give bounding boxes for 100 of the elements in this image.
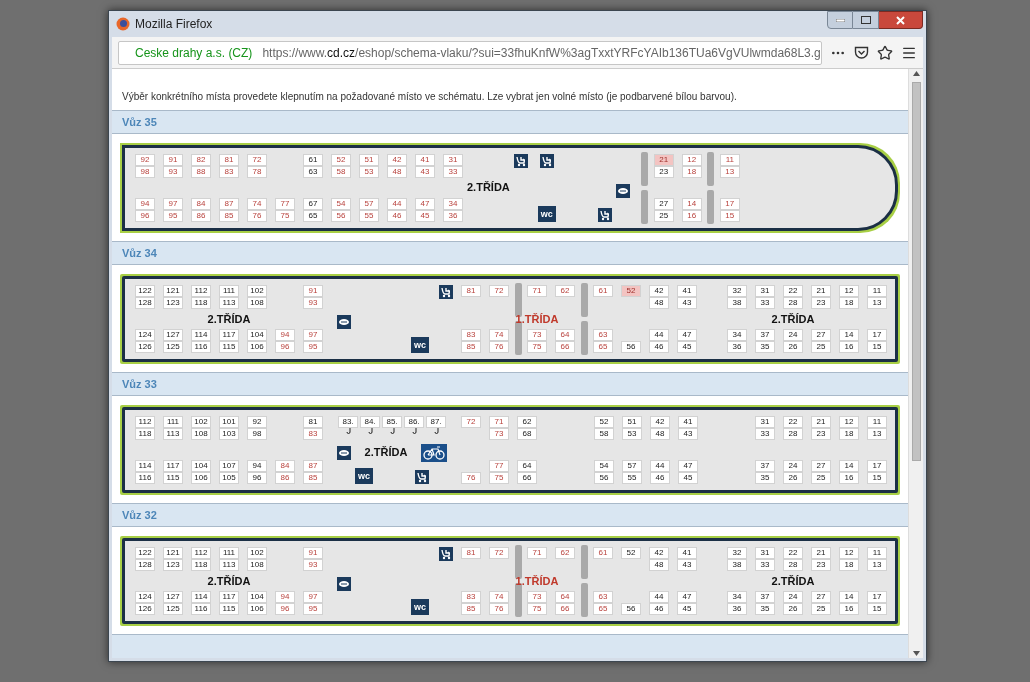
- seat[interactable]: 51: [622, 415, 642, 428]
- seat[interactable]: 77: [489, 459, 509, 472]
- seat[interactable]: 91: [303, 546, 323, 559]
- maximize-button[interactable]: [853, 11, 879, 29]
- seat[interactable]: 41: [678, 415, 698, 428]
- seat[interactable]: 63: [593, 328, 613, 341]
- seat[interactable]: 104: [247, 590, 267, 603]
- seat[interactable]: 73: [527, 590, 547, 603]
- seat[interactable]: 64: [555, 590, 575, 603]
- seat[interactable]: 114: [191, 328, 211, 341]
- seat[interactable]: 52: [621, 284, 641, 297]
- scroll-up-icon[interactable]: [912, 71, 920, 76]
- seat[interactable]: 12: [839, 415, 859, 428]
- seat[interactable]: 87: [303, 459, 323, 472]
- seat[interactable]: 44: [650, 459, 670, 472]
- seat[interactable]: 32: [727, 284, 747, 297]
- seat[interactable]: 52: [621, 546, 641, 559]
- seat[interactable]: 27: [811, 590, 831, 603]
- seat[interactable]: 37: [755, 328, 775, 341]
- seat[interactable]: 14: [681, 197, 702, 210]
- seat[interactable]: 77: [275, 197, 295, 210]
- seat[interactable]: 72: [461, 415, 481, 428]
- seat[interactable]: 104: [247, 328, 267, 341]
- seat[interactable]: 122: [135, 284, 155, 297]
- seat[interactable]: 91: [163, 153, 183, 166]
- seat[interactable]: 17: [867, 328, 887, 341]
- seat[interactable]: 92: [135, 153, 155, 166]
- seat[interactable]: 117: [219, 328, 239, 341]
- seat[interactable]: 24: [783, 590, 803, 603]
- seat[interactable]: 21: [653, 153, 674, 166]
- seat[interactable]: 102: [247, 546, 267, 559]
- bike-spot[interactable]: 87.: [426, 415, 446, 428]
- seat[interactable]: 31: [443, 153, 463, 166]
- seat[interactable]: 97: [303, 590, 323, 603]
- seat[interactable]: 52: [594, 415, 614, 428]
- seat[interactable]: 56: [621, 602, 641, 615]
- seat[interactable]: 31: [755, 415, 775, 428]
- seat[interactable]: 114: [191, 590, 211, 603]
- seat[interactable]: 32: [727, 546, 747, 559]
- bookmark-star-icon[interactable]: [877, 44, 893, 61]
- seat[interactable]: 117: [163, 459, 183, 472]
- scroll-down-icon[interactable]: [912, 651, 920, 656]
- seat[interactable]: 14: [839, 459, 859, 472]
- seat[interactable]: 54: [331, 197, 351, 210]
- seat[interactable]: 72: [489, 284, 509, 297]
- seat[interactable]: 42: [649, 546, 669, 559]
- seat[interactable]: 124: [135, 328, 155, 341]
- seat[interactable]: 67: [303, 197, 323, 210]
- bike-spot[interactable]: 85.: [382, 415, 402, 428]
- seat[interactable]: 84: [275, 459, 295, 472]
- seat[interactable]: 82: [191, 153, 211, 166]
- seat[interactable]: 76: [461, 471, 481, 484]
- seat[interactable]: 31: [755, 546, 775, 559]
- seat[interactable]: 112: [191, 546, 211, 559]
- seat[interactable]: 44: [649, 590, 669, 603]
- seat[interactable]: 127: [163, 328, 183, 341]
- seat[interactable]: 74: [489, 328, 509, 341]
- seat[interactable]: 24: [783, 328, 803, 341]
- seat[interactable]: 24: [783, 459, 803, 472]
- seat[interactable]: 72: [247, 153, 267, 166]
- seat[interactable]: 94: [247, 459, 267, 472]
- seat[interactable]: 101: [219, 415, 239, 428]
- seat[interactable]: 21: [811, 284, 831, 297]
- seat[interactable]: 22: [783, 546, 803, 559]
- seat[interactable]: 27: [653, 197, 674, 210]
- seat[interactable]: 74: [247, 197, 267, 210]
- seat[interactable]: 102: [191, 415, 211, 428]
- seat[interactable]: 11: [867, 284, 887, 297]
- pocket-icon[interactable]: [854, 45, 869, 60]
- seat[interactable]: 81: [219, 153, 239, 166]
- seat[interactable]: 63: [593, 590, 613, 603]
- seat[interactable]: 121: [163, 284, 183, 297]
- seat[interactable]: 41: [677, 546, 697, 559]
- seat[interactable]: 31: [755, 284, 775, 297]
- scroll-thumb[interactable]: [911, 82, 921, 461]
- seat[interactable]: 62: [555, 284, 575, 297]
- seat[interactable]: 81: [461, 284, 481, 297]
- seat[interactable]: 17: [867, 590, 887, 603]
- address-field[interactable]: Ceske drahy a.s. (CZ) https://www.cd.cz/eshop/schema-vlaku/?sui=33fhuKnfW%3agTxxtYRFcYAIb136TUa6VgVUlwmda68L3.g: [118, 40, 822, 65]
- seat[interactable]: 72: [489, 546, 509, 559]
- seat[interactable]: 92: [247, 415, 267, 428]
- seat[interactable]: 61: [593, 546, 613, 559]
- seat[interactable]: 17: [867, 459, 887, 472]
- seat[interactable]: 94: [275, 328, 295, 341]
- seat[interactable]: 122: [135, 546, 155, 559]
- seat[interactable]: 83: [461, 328, 481, 341]
- seat[interactable]: 111: [219, 546, 239, 559]
- seat[interactable]: 81: [303, 415, 323, 428]
- seat[interactable]: 111: [219, 284, 239, 297]
- seat[interactable]: 47: [678, 459, 698, 472]
- seat[interactable]: 22: [783, 284, 803, 297]
- bike-spot[interactable]: 86.: [404, 415, 424, 428]
- seat[interactable]: 64: [555, 328, 575, 341]
- seat[interactable]: 56: [621, 340, 641, 353]
- bike-spot[interactable]: 83.: [338, 415, 358, 428]
- seat[interactable]: 12: [681, 153, 702, 166]
- seat[interactable]: 44: [649, 328, 669, 341]
- seat[interactable]: 41: [677, 284, 697, 297]
- seat[interactable]: 61: [303, 153, 323, 166]
- seat[interactable]: 62: [555, 546, 575, 559]
